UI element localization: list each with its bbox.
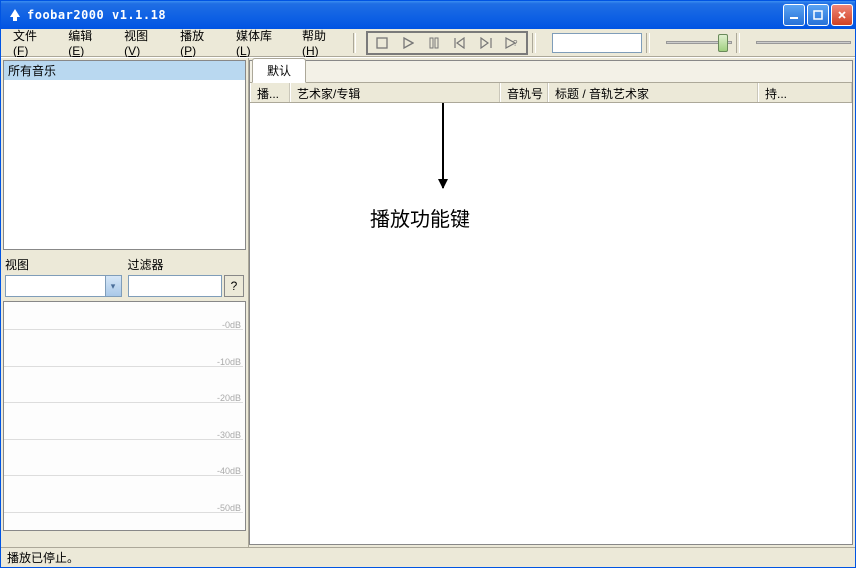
pause-button[interactable] (426, 35, 442, 51)
menu-edit[interactable]: 编辑(E) (60, 24, 114, 61)
playlist-tabstrip: 默认 (250, 61, 852, 83)
app-logo-icon (7, 7, 23, 23)
close-button[interactable] (831, 4, 853, 26)
col-playing[interactable]: 播... (250, 83, 290, 102)
playlist-headers: 播... 艺术家/专辑 音轨号 标题 / 音轨艺术家 持... (250, 83, 852, 103)
seek-slider[interactable] (756, 33, 851, 53)
library-tree[interactable]: 所有音乐 (3, 60, 246, 250)
random-button[interactable]: ? (504, 35, 520, 51)
status-text: 播放已停止。 (7, 549, 79, 566)
statusbar: 播放已停止。 (1, 547, 855, 567)
separator (532, 33, 536, 53)
menu-help[interactable]: 帮助(H) (294, 24, 349, 61)
previous-button[interactable] (452, 35, 468, 51)
content-area: 所有音乐 视图 ▾ 过滤器 ? -0dB -10dB -20dB (1, 57, 855, 547)
menu-play[interactable]: 播放(P) (172, 24, 226, 61)
col-artist-album[interactable]: 艺术家/专辑 (290, 83, 500, 102)
visualization-panel[interactable]: -0dB -10dB -20dB -30dB -40dB -50dB (3, 301, 246, 531)
filter-label: 过滤器 (128, 254, 245, 275)
menu-file[interactable]: 文件(F) (5, 24, 58, 61)
menubar: 文件(F) 编辑(E) 视图(V) 播放(P) 媒体库(L) 帮助(H) ? (1, 29, 855, 57)
view-label: 视图 (5, 254, 122, 275)
left-pane: 所有音乐 视图 ▾ 过滤器 ? -0dB -10dB -20dB (1, 58, 249, 547)
view-combo[interactable]: ▾ (5, 275, 122, 297)
separator (353, 33, 357, 53)
next-button[interactable] (478, 35, 494, 51)
tab-default[interactable]: 默认 (252, 58, 306, 83)
col-title[interactable]: 标题 / 音轨艺术家 (548, 83, 758, 102)
play-button[interactable] (400, 35, 416, 51)
separator (646, 33, 650, 53)
svg-text:?: ? (513, 39, 518, 48)
window-title: foobar2000 v1.1.18 (27, 8, 783, 22)
search-input[interactable] (552, 33, 642, 53)
playback-controls: ? (366, 31, 528, 55)
filter-row: 视图 ▾ 过滤器 ? (1, 252, 248, 299)
volume-slider[interactable] (666, 33, 732, 53)
filter-help-button[interactable]: ? (224, 275, 244, 297)
col-trackno[interactable]: 音轨号 (500, 83, 548, 102)
separator (736, 33, 740, 53)
filter-input[interactable] (128, 275, 223, 297)
app-window: foobar2000 v1.1.18 文件(F) 编辑(E) 视图(V) 播放(… (0, 0, 856, 568)
playlist-body[interactable]: 播放功能键 (250, 103, 852, 544)
annotation-text: 播放功能键 (370, 203, 470, 232)
col-duration[interactable]: 持... (758, 83, 852, 102)
right-pane: 默认 播... 艺术家/专辑 音轨号 标题 / 音轨艺术家 持... 播放功能键 (249, 60, 853, 545)
menu-view[interactable]: 视图(V) (116, 24, 170, 61)
stop-button[interactable] (374, 35, 390, 51)
chevron-down-icon: ▾ (105, 276, 121, 296)
menu-library[interactable]: 媒体库(L) (228, 24, 292, 61)
library-item-all-music[interactable]: 所有音乐 (4, 61, 245, 80)
maximize-button[interactable] (807, 4, 829, 26)
annotation-arrow-icon (442, 103, 444, 188)
minimize-button[interactable] (783, 4, 805, 26)
